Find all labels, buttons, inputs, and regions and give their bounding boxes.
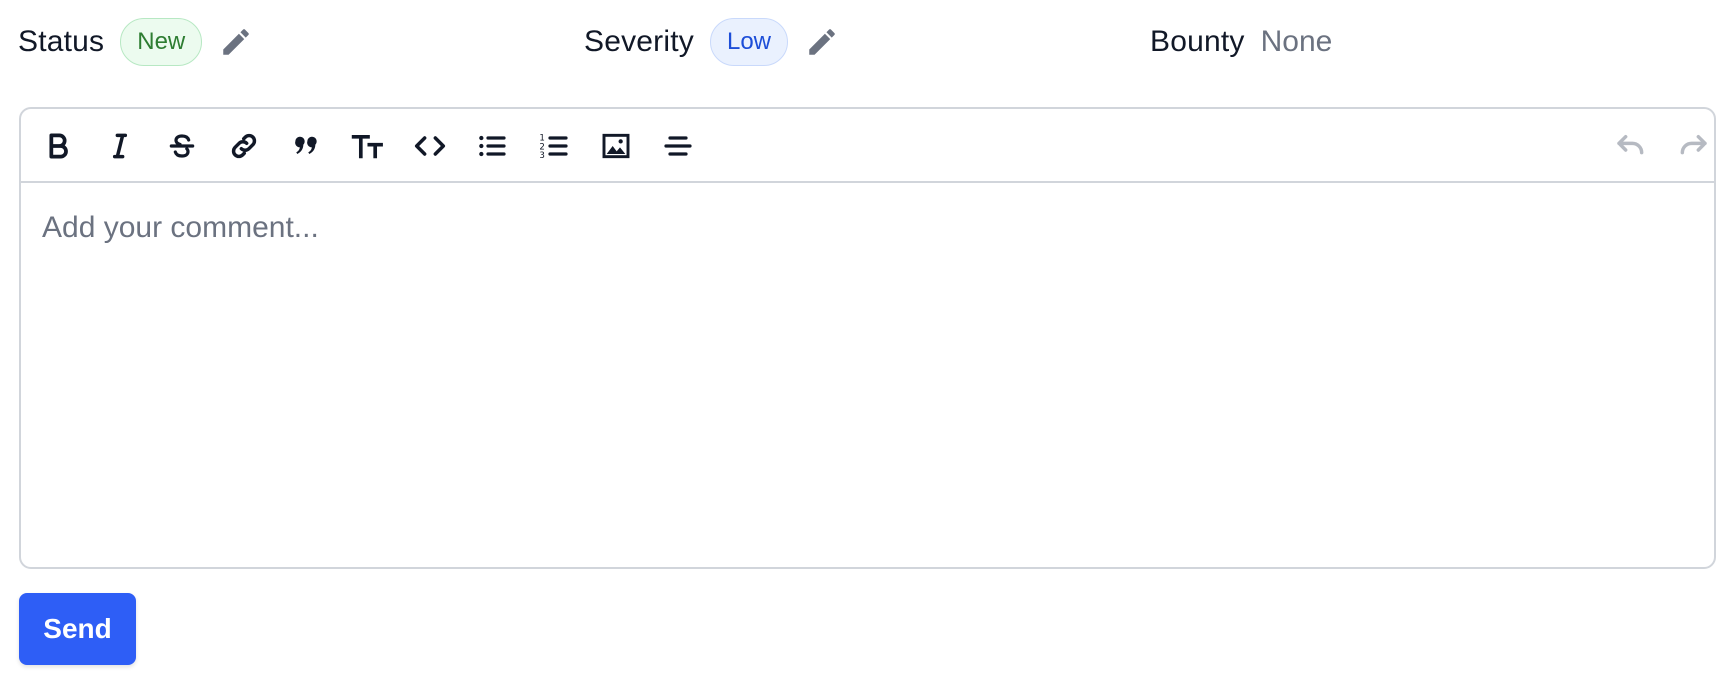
- undo-icon: [1617, 134, 1644, 155]
- status-field: Status New: [18, 18, 256, 66]
- quote-button[interactable]: [286, 126, 326, 166]
- editor-toolbar: 1 2 3: [21, 109, 1714, 183]
- numbered-list-icon: 1 2 3: [539, 134, 568, 161]
- strikethrough-icon: [169, 134, 195, 158]
- severity-label: Severity: [584, 25, 694, 58]
- status-label: Status: [18, 25, 105, 58]
- italic-icon: [112, 133, 128, 159]
- bounty-field: Bounty None: [1150, 18, 1332, 66]
- edit-severity-button[interactable]: [802, 22, 842, 62]
- report-meta-row: Status New Severity Low Bounty None: [18, 18, 1718, 66]
- severity-badge: Low: [709, 18, 789, 66]
- quote-icon: [295, 136, 317, 154]
- code-button[interactable]: [410, 126, 450, 166]
- bounty-value: None: [1260, 25, 1333, 58]
- horizontal-rule-icon: [664, 136, 692, 156]
- text-size-button[interactable]: [348, 126, 388, 166]
- link-icon: [231, 133, 257, 159]
- image-icon: [602, 133, 630, 159]
- pencil-icon: [223, 29, 250, 55]
- link-button[interactable]: [224, 126, 264, 166]
- comment-input[interactable]: [21, 185, 1714, 567]
- svg-text:3: 3: [539, 151, 545, 161]
- status-badge: New: [120, 18, 203, 66]
- bullet-list-icon: [479, 135, 506, 157]
- italic-button[interactable]: [100, 126, 140, 166]
- redo-icon: [1680, 134, 1707, 155]
- bullet-list-button[interactable]: [472, 126, 512, 166]
- comment-editor: 1 2 3: [19, 107, 1716, 569]
- bounty-label: Bounty: [1150, 25, 1245, 58]
- edit-status-button[interactable]: [216, 22, 256, 62]
- code-icon: [414, 136, 446, 156]
- text-size-icon: [351, 135, 383, 159]
- pencil-icon: [809, 29, 835, 55]
- bold-icon: [49, 133, 68, 159]
- strikethrough-button[interactable]: [162, 126, 202, 166]
- numbered-list-button[interactable]: 1 2 3: [534, 126, 574, 166]
- image-button[interactable]: [596, 126, 636, 166]
- horizontal-rule-button[interactable]: [658, 126, 698, 166]
- undo-button[interactable]: [1611, 126, 1651, 166]
- redo-button[interactable]: [1673, 126, 1713, 166]
- send-button[interactable]: Send: [19, 593, 136, 665]
- bold-button[interactable]: [38, 126, 78, 166]
- severity-field: Severity Low: [584, 18, 842, 66]
